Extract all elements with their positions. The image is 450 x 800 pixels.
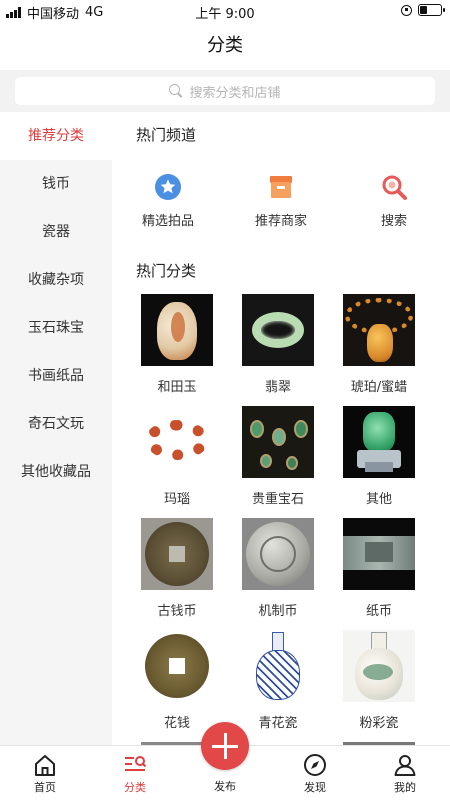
category-label: 花钱 — [163, 716, 190, 731]
hot-channels-title: 热门频道 — [136, 126, 197, 144]
search-placeholder: 搜索分类和店铺 — [189, 85, 281, 101]
battery-icon — [418, 4, 445, 16]
banknote-photo — [343, 518, 415, 590]
category-content: 热门频道 精选拍品 推荐商家 搜索 热门分类 和田玉 翡翠 琥珀/蜜蜡 玛瑙 贵… — [112, 112, 450, 745]
sidebar-item-jade-jewelry[interactable]: 玉石珠宝 — [0, 304, 112, 352]
category-label: 粉彩瓷 — [359, 716, 399, 731]
ancient-coin-photo — [141, 518, 213, 590]
category-label: 纸币 — [365, 604, 392, 619]
sidebar-item-porcelain[interactable]: 瓷器 — [0, 208, 112, 256]
nav-header: 分类 — [0, 22, 450, 70]
category-machine-struck-coins[interactable]: 机制币 — [240, 518, 316, 619]
sidebar-item-stones-curios[interactable]: 奇石文玩 — [0, 400, 112, 448]
sidebar-item-other[interactable]: 其他收藏品 — [0, 448, 112, 496]
home-icon — [35, 755, 55, 776]
sidebar-item-coins[interactable]: 钱币 — [0, 160, 112, 208]
star-badge-icon — [155, 174, 181, 200]
category-blue-white-porcelain[interactable]: 青花瓷 — [240, 630, 316, 731]
page-title: 分类 — [207, 35, 243, 56]
publish-label: 发布 — [214, 780, 236, 793]
shop-icon — [270, 176, 292, 198]
user-icon — [394, 755, 416, 776]
channel-recommended-shops[interactable]: 推荐商家 — [231, 172, 331, 229]
category-others[interactable]: 其他 — [341, 406, 417, 507]
category-flower-coins[interactable]: 花钱 — [139, 630, 215, 731]
category-jadeite[interactable]: 翡翠 — [240, 294, 316, 395]
category-label: 和田玉 — [157, 380, 197, 395]
tab-label: 分类 — [124, 781, 146, 794]
tab-home[interactable]: 首页 — [15, 752, 75, 795]
tab-category[interactable]: 分类 — [105, 752, 165, 795]
clock: 上午 9:00 — [195, 7, 255, 22]
hetian-jade-photo — [141, 294, 213, 366]
category-amber-beeswax[interactable]: 琥珀/蜜蜡 — [341, 294, 417, 395]
category-paper-money[interactable]: 纸币 — [341, 518, 417, 619]
channel-label: 推荐商家 — [254, 214, 307, 229]
category-ancient-coins[interactable]: 古钱币 — [139, 518, 215, 619]
gemstone-pendants-photo — [242, 406, 314, 478]
sidebar-item-misc-collectibles[interactable]: 收藏杂项 — [0, 256, 112, 304]
tab-label: 发现 — [304, 781, 326, 794]
category-hetian-jade[interactable]: 和田玉 — [139, 294, 215, 395]
channel-label: 搜索 — [380, 214, 407, 229]
category-label: 贵重宝石 — [251, 492, 304, 507]
search-input[interactable]: 搜索分类和店铺 — [15, 77, 435, 105]
blue-white-vase-photo — [242, 630, 314, 702]
famille-rose-vase-photo — [343, 630, 415, 702]
category-label: 其他 — [365, 492, 392, 507]
tab-discover[interactable]: 发现 — [285, 752, 345, 795]
flower-coin-photo — [141, 630, 213, 702]
silver-coin-photo — [242, 518, 314, 590]
sidebar-item-recommended[interactable]: 推荐分类 — [0, 112, 112, 160]
category-label: 琥珀/蜜蜡 — [350, 380, 408, 395]
category-list-icon — [125, 756, 147, 771]
category-label: 古钱币 — [157, 604, 197, 619]
category-famille-rose-porcelain[interactable]: 粉彩瓷 — [341, 630, 417, 731]
orientation-lock-icon — [401, 4, 412, 16]
agate-bracelet-photo — [141, 406, 213, 478]
amber-beads-photo — [343, 294, 415, 366]
tab-label: 我的 — [394, 781, 416, 794]
channel-label: 精选拍品 — [141, 214, 194, 229]
category-precious-gems[interactable]: 贵重宝石 — [240, 406, 316, 507]
channel-search[interactable]: 搜索 — [344, 172, 444, 229]
tab-label: 首页 — [34, 781, 56, 794]
sidebar-item-paintings-paper[interactable]: 书画纸品 — [0, 352, 112, 400]
category-label: 翡翠 — [264, 380, 291, 395]
status-bar: 中国移动 4G 上午 9:00 — [0, 0, 450, 22]
category-label: 玛瑙 — [163, 492, 190, 507]
category-label: 机制币 — [258, 604, 298, 619]
search-icon — [169, 84, 183, 98]
category-sidebar: 推荐分类 钱币 瓷器 收藏杂项 玉石珠宝 书画纸品 奇石文玩 其他收藏品 — [0, 112, 112, 745]
publish-button[interactable] — [201, 722, 249, 770]
search-bar: 搜索分类和店铺 — [0, 70, 450, 112]
jadeite-bangle-photo — [242, 294, 314, 366]
magnifier-icon — [382, 175, 407, 200]
category-label: 青花瓷 — [258, 716, 298, 731]
category-agate[interactable]: 玛瑙 — [139, 406, 215, 507]
tab-mine[interactable]: 我的 — [375, 752, 435, 795]
hot-categories-title: 热门分类 — [136, 262, 197, 280]
jade-ornament-photo — [343, 406, 415, 478]
compass-icon — [304, 754, 326, 776]
channel-featured-lots[interactable]: 精选拍品 — [118, 172, 218, 229]
